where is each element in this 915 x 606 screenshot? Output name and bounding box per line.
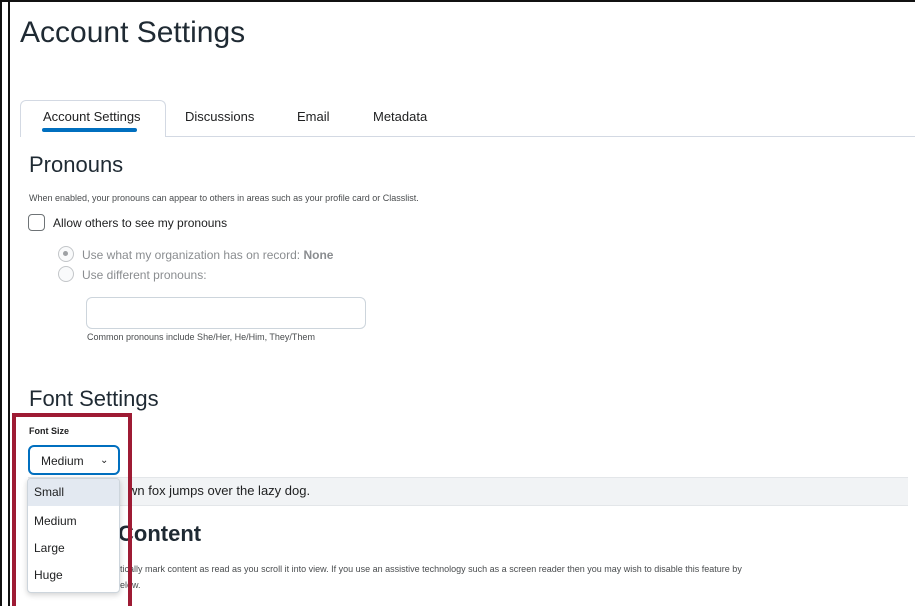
font-settings-heading: Font Settings [29, 386, 159, 411]
annotation-highlight-box [12, 413, 132, 606]
pronouns-input-hint: Common pronouns include She/Her, He/Him,… [87, 332, 315, 342]
active-tab-indicator [42, 128, 137, 132]
pronouns-visibility-label: Allow others to see my pronouns [53, 216, 228, 230]
radio-different-pronouns-label: Use different pronouns: [82, 268, 207, 282]
pronouns-input[interactable] [86, 297, 366, 329]
radio-org-pronouns[interactable] [58, 246, 74, 262]
tab-discussions[interactable]: Discussions [185, 109, 254, 124]
page-title: Account Settings [20, 16, 246, 49]
pronouns-help-text: When enabled, your pronouns can appear t… [29, 193, 419, 203]
content-description: tically mark content as read as you scro… [120, 564, 742, 574]
radio-different-pronouns[interactable] [58, 266, 74, 282]
tab-email[interactable]: Email [297, 109, 330, 124]
window-border-top [0, 0, 915, 2]
font-preview-text: wn fox jumps over the lazy dog. [128, 483, 311, 498]
pronouns-heading: Pronouns [29, 152, 124, 177]
pronouns-visibility-checkbox[interactable] [28, 214, 45, 231]
window-border-left [0, 0, 2, 606]
radio-org-pronouns-label: Use what my organization has on record: … [82, 248, 334, 262]
tab-account-settings[interactable]: Account Settings [43, 109, 141, 124]
tab-metadata[interactable]: Metadata [373, 109, 427, 124]
window-border-inner [8, 0, 10, 606]
font-preview-bar: wn fox jumps over the lazy dog. [28, 477, 908, 506]
radio-selected-dot [63, 251, 68, 256]
